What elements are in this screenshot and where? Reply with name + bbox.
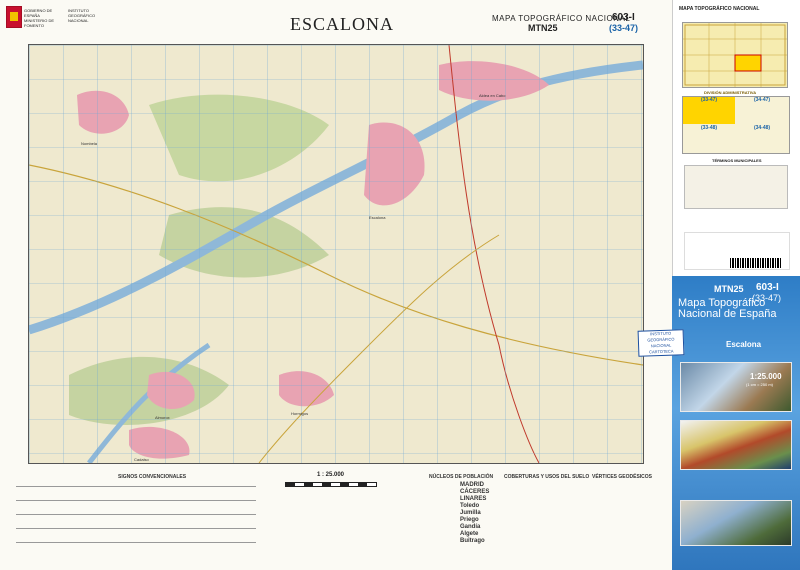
barcode [730,258,782,268]
legend-divider [16,514,256,515]
index-map[interactable] [682,22,788,88]
map-sheet: GOBIERNO DE ESPAÑA MINISTERIO DE FOMENTO… [0,0,672,570]
place-name: MADRID [460,482,484,488]
place-name: Algete [460,531,479,537]
cover-ratio-sub: (1 cm = 250 m) [746,382,774,387]
cover-name: Escalona [726,340,762,349]
quadrant-ii[interactable]: (34-47) [736,97,788,124]
map-canvas[interactable] [29,45,643,463]
index-grid [683,23,787,87]
cover-series: MTN25 [714,284,744,294]
place-name: Toledo [460,503,480,509]
place-name: CÁCERES [460,489,490,495]
quadrant-iv[interactable]: (34-48) [736,125,788,152]
cover-ratio: 1:25.000 [750,372,782,381]
map-label: Hormigos [291,411,309,416]
legend-divider [16,500,256,501]
map-legend: SIGNOS CONVENCIONALES NÚCLEOS DE POBLACI… [6,466,666,566]
map-label: Almorox [155,415,170,420]
scale-text: 1 : 25.000 [317,472,345,478]
cover-product-title: Mapa Topográfico Nacional de España [678,297,777,320]
map-label: Escalona [369,215,386,220]
spain-map-photo [680,420,792,470]
admin-title: DIVISIÓN ADMINISTRATIVA [704,90,757,95]
place-name: Priego [460,517,479,523]
coat-of-arms-icon [6,6,22,28]
government-logo: GOBIERNO DE ESPAÑA MINISTERIO DE FOMENTO… [6,6,116,30]
municipal-title: TÉRMINOS MUNICIPALES [712,158,762,163]
sheet-number: 603-I [612,12,635,23]
towns-title: NÚCLEOS DE POBLACIÓN [429,474,494,480]
map-series: MTN25 [528,23,558,33]
municipal-list [684,165,788,209]
aerial-photo [680,362,792,412]
index-title: MAPA TOPOGRÁFICO NACIONAL [679,6,760,12]
map-label: Aldea en Cabo [479,93,506,98]
places-list: MADRID CÁCERES LINARES Toledo Jumilla Pr… [460,482,489,545]
legend-divider [16,486,256,487]
stamp-line: CARTOTECA [648,348,674,355]
map-title: ESCALONA [290,14,395,34]
cartoteca-stamp: INSTITUTO GEOGRÁFICO NACIONAL CARTOTECA [637,329,685,357]
map-subtitle: MAPA TOPOGRÁFICO NACIONAL [492,14,631,23]
ministry-label: GOBIERNO DE ESPAÑA MINISTERIO DE FOMENTO [24,8,55,28]
place-name: Gandía [460,524,481,530]
vertices-title: VÉRTICES GEODÉSICOS [592,474,653,480]
place-name: LINARES [460,496,487,502]
legend-divider [16,542,256,543]
cover-title: COBERTURAS Y USOS DEL SUELO [504,474,590,480]
map-frame[interactable]: Nombela Escalona Hormigos Aldea en Cabo … [28,44,644,464]
ign-label: INSTITUTO GEOGRÁFICO NACIONAL [68,8,96,23]
place-name: Jumilla [460,510,481,516]
quadrant-grid[interactable]: (33-47) (34-47) (33-48) (34-48) [682,96,790,154]
quadrant-i[interactable]: (33-47) [683,97,735,124]
place-name: Buitrago [460,538,485,544]
sheet-code: (33-47) [609,23,639,33]
map-label: Nombela [81,141,98,146]
terrain-photo [680,500,792,546]
quadrant-iii[interactable]: (33-48) [683,125,735,152]
cover-sheet-number: 603-I [756,282,779,293]
legend-divider [16,528,256,529]
signs-title: SIGNOS CONVENCIONALES [118,474,187,480]
scale-bar [285,482,377,487]
map-label: Cadalso [134,457,149,462]
